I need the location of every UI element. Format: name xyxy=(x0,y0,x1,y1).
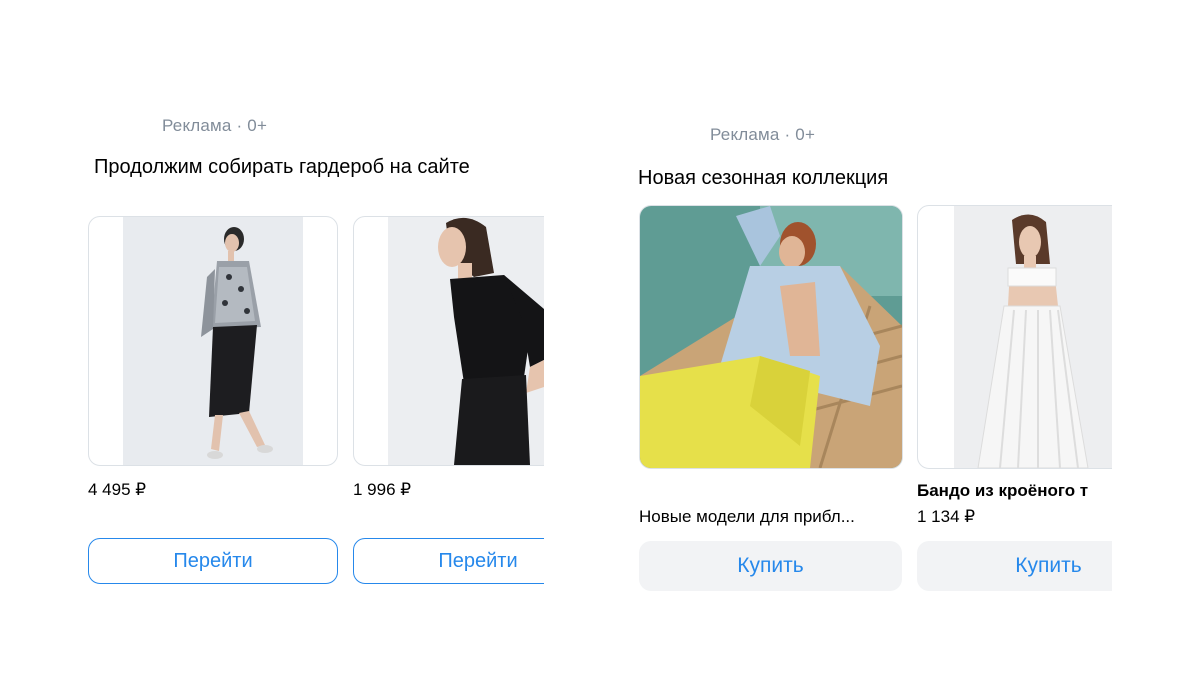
product-photo[interactable] xyxy=(639,205,903,469)
go-button[interactable]: Перейти xyxy=(88,538,338,584)
ad-meta-label: Реклама · 0+ xyxy=(710,125,816,144)
product-price: 1 134 ₽ xyxy=(917,507,976,526)
product-price: 1 996 ₽ xyxy=(353,480,412,499)
product-name: Бандо из кроёного т xyxy=(917,481,1089,500)
ad-meta-label: Реклама · 0+ xyxy=(162,116,268,135)
ad-block-right: Реклама · 0+ Новая сезонная коллекция Но… xyxy=(630,110,1112,610)
buy-button[interactable]: Купить xyxy=(917,541,1112,591)
buy-button[interactable]: Купить xyxy=(639,541,902,591)
product-photo[interactable] xyxy=(917,205,1112,469)
ad-title: Продолжим собирать гардероб на сайте xyxy=(94,156,470,178)
product-photo[interactable] xyxy=(353,216,544,466)
go-button[interactable]: Перейти xyxy=(353,538,544,584)
ad-title: Новая сезонная коллекция xyxy=(638,167,889,189)
product-photo[interactable] xyxy=(88,216,338,466)
ad-block-left: Реклама · 0+ Продолжим собирать гардероб… xyxy=(80,100,544,600)
product-price: 4 495 ₽ xyxy=(88,480,147,499)
product-description: Новые модели для прибл... xyxy=(639,507,855,526)
